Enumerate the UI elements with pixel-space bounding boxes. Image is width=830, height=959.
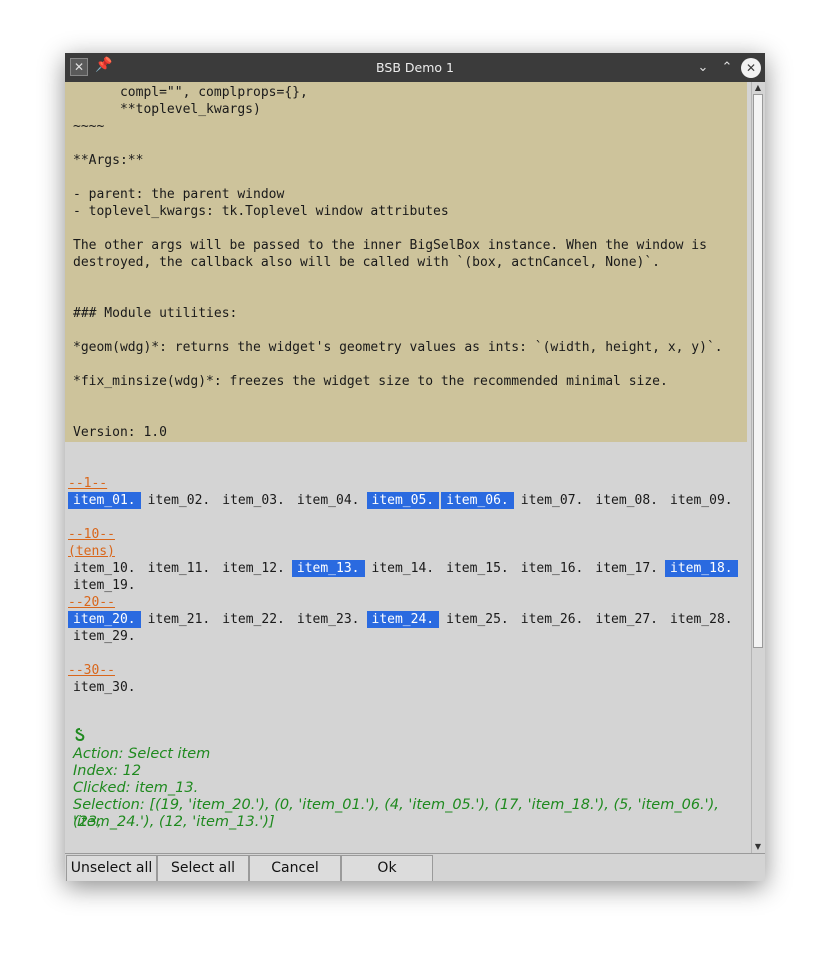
doc-line: *fix_minsize(wdg)*: freezes the widget s… — [73, 374, 668, 389]
list-item[interactable]: item_13. — [291, 560, 365, 577]
scroll-up-icon[interactable]: ▲ — [752, 82, 764, 94]
doc-line: The other args will be passed to the inn… — [73, 238, 707, 253]
doc-line: ### Module utilities: — [73, 306, 238, 321]
list-item[interactable]: item_05. — [366, 492, 440, 509]
maximize-button[interactable]: ⌃ — [717, 58, 737, 78]
doc-line: ~~~~ — [73, 119, 105, 134]
title-bar[interactable]: ✕ 📌 BSB Demo 1 ⌄ ⌃ ✕ — [65, 53, 765, 82]
list-item[interactable]: item_25. — [441, 611, 514, 628]
list-item[interactable]: item_17. — [590, 560, 663, 577]
window-title: BSB Demo 1 — [376, 60, 454, 75]
ok-button[interactable]: Ok — [341, 855, 433, 881]
list-item[interactable]: item_23. — [292, 611, 365, 628]
list-item[interactable]: item_02. — [143, 492, 216, 509]
list-item[interactable]: item_10. — [68, 560, 141, 577]
list-item[interactable]: item_12. — [217, 560, 290, 577]
unselect-all-button[interactable]: Unselect all — [66, 855, 157, 881]
list-item[interactable]: item_18. — [665, 560, 738, 577]
list-item[interactable]: item_16. — [516, 560, 589, 577]
item-list: item_30. — [68, 679, 744, 696]
list-item[interactable]: item_26. — [516, 611, 589, 628]
list-item[interactable]: item_22. — [217, 611, 290, 628]
list-item[interactable]: item_19. — [68, 577, 141, 594]
doc-line: *geom(wdg)*: returns the widget's geomet… — [73, 340, 723, 355]
list-item[interactable]: item_01. — [68, 492, 141, 509]
list-item[interactable]: item_06. — [441, 492, 514, 509]
list-item[interactable]: item_30. — [68, 679, 141, 696]
doc-line: Version: 1.0 — [73, 425, 167, 440]
item-list: item_01. item_02. item_03. item_04. item_05.… — [68, 492, 744, 509]
list-item[interactable]: item_29. — [68, 628, 141, 645]
list-item[interactable]: item_04. — [292, 492, 365, 509]
cancel-button[interactable]: Cancel — [249, 855, 341, 881]
select-all-button[interactable]: Select all — [157, 855, 249, 881]
doc-line: compl="", complprops={}, — [73, 85, 308, 100]
list-item[interactable]: item_20. — [68, 611, 141, 628]
status-selection: 'item_24.'), (12, 'item_13.')] — [73, 814, 275, 830]
doc-line: **toplevel_kwargs) — [73, 102, 261, 117]
scroll-down-icon[interactable]: ▼ — [752, 841, 764, 853]
list-item[interactable]: item_11. — [143, 560, 216, 577]
doc-line: - toplevel_kwargs: tk.Toplevel window at… — [73, 204, 449, 219]
text-area[interactable]: compl="", complprops={}, **toplevel_kwar… — [65, 82, 749, 853]
list-item[interactable]: item_08. — [590, 492, 663, 509]
item-list: item_20. item_21. item_22. item_23. item_24.… — [68, 611, 744, 645]
section-subheader: (tens) — [68, 544, 115, 559]
status-index: Index: 12 — [73, 763, 142, 779]
list-item[interactable]: item_28. — [665, 611, 738, 628]
status-action: Action: Select item — [73, 746, 211, 762]
list-item[interactable]: item_21. — [143, 611, 216, 628]
minimize-button[interactable]: ⌄ — [693, 58, 713, 78]
doc-line: **Args:** — [73, 153, 144, 168]
list-item[interactable]: item_27. — [590, 611, 663, 628]
app-window: ✕ 📌 BSB Demo 1 ⌄ ⌃ ✕ compl="", complprop… — [65, 53, 765, 881]
button-bar: Unselect all Select all Cancel Ok — [65, 853, 765, 881]
item-list: item_10. item_11. item_12. item_13. item_14.… — [68, 560, 744, 594]
doc-block: compl="", complprops={}, **toplevel_kwar… — [65, 82, 747, 442]
section-header: --20-- — [68, 595, 115, 610]
section-header: --1-- — [68, 476, 108, 491]
scroll-thumb[interactable] — [753, 94, 763, 648]
list-item[interactable]: item_24. — [366, 611, 440, 628]
section-header: --30-- — [68, 663, 115, 678]
doc-line: - parent: the parent window — [73, 187, 285, 202]
list-item[interactable]: item_15. — [441, 560, 514, 577]
section-header: --10-- — [68, 527, 115, 542]
list-item[interactable]: item_07. — [516, 492, 589, 509]
list-item[interactable]: item_09. — [665, 492, 738, 509]
status-clicked: Clicked: item_13. — [73, 780, 199, 796]
list-item[interactable]: item_03. — [217, 492, 290, 509]
list-item[interactable]: item_14. — [367, 560, 440, 577]
close-button[interactable]: ✕ — [741, 58, 761, 78]
python-snake-icon — [75, 728, 85, 742]
doc-line: destroyed, the callback also will be cal… — [73, 255, 660, 270]
vertical-scrollbar[interactable]: ▲ ▼ — [751, 82, 764, 853]
